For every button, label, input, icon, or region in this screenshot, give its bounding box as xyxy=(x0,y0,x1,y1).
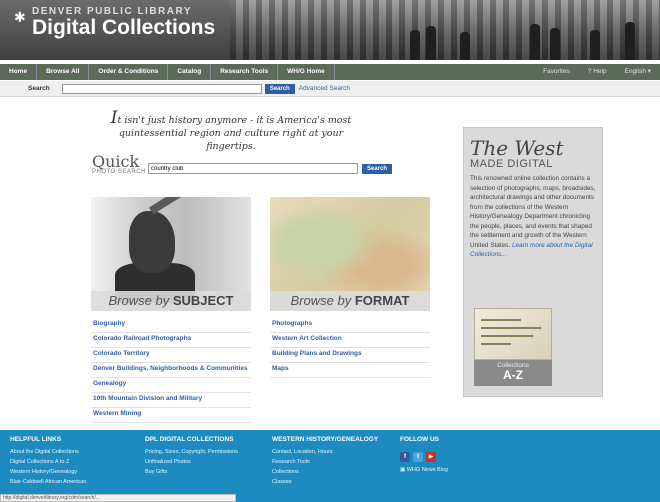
format-link[interactable]: Building Plans and Drawings xyxy=(270,348,430,363)
subject-link[interactable]: Colorado Territory xyxy=(91,348,251,363)
nav-catalog[interactable]: Catalog xyxy=(168,64,212,80)
footer-link[interactable]: About the Digital Collections xyxy=(10,447,130,457)
subject-link[interactable]: Colorado Railroad Photographs xyxy=(91,333,251,348)
format-link[interactable]: Western Art Collection xyxy=(270,333,430,348)
footer-western-history: WESTERN HISTORY/GENEALOGY Contact, Locat… xyxy=(272,436,392,487)
language-select[interactable]: English ▾ xyxy=(616,64,660,80)
tagline-lead: t isn't just history anymore - xyxy=(117,115,257,126)
footer-link[interactable]: Unfinalized Photos xyxy=(145,457,265,467)
subject-link[interactable]: Western Mining xyxy=(91,408,251,423)
footer-link[interactable]: Pricing, Sizes, Copyright, Permissions xyxy=(145,447,265,457)
nav-order-conditions[interactable]: Order & Conditions xyxy=(89,64,169,80)
footer-link[interactable]: Research Tools xyxy=(272,457,392,467)
quick-search-button[interactable]: Search xyxy=(362,164,393,174)
subject-link[interactable]: Biography xyxy=(91,318,251,333)
snowflake-icon: ✱ xyxy=(14,9,26,25)
footer-follow-us: FOLLOW US f t ▶ ▣ WHG News Blog xyxy=(400,436,520,473)
banner-photo xyxy=(230,0,660,60)
west-subtitle: MADE DIGITAL xyxy=(470,158,553,170)
tagline: It isn't just history anymore - it is Am… xyxy=(96,110,366,153)
subject-link[interactable]: Denver Buildings, Neighborhoods & Commun… xyxy=(91,363,251,378)
search-bar: Search Search Advanced Search xyxy=(0,81,660,97)
twitter-icon[interactable]: t xyxy=(413,452,423,462)
format-links: Photographs Western Art Collection Build… xyxy=(270,318,430,378)
footer-heading: WESTERN HISTORY/GENEALOGY xyxy=(272,436,379,443)
brand-title: Digital Collections xyxy=(32,16,216,39)
nav-help[interactable]: ? Help xyxy=(579,64,616,80)
footer-link[interactable]: Western History/Genealogy xyxy=(10,467,130,477)
advanced-search-link[interactable]: Advanced Search xyxy=(299,85,350,92)
nav-whg-home[interactable]: WH/G Home xyxy=(278,64,335,80)
footer-link[interactable]: Buy Gifts xyxy=(145,467,265,477)
az-big-label: A-Z xyxy=(503,368,523,382)
youtube-icon[interactable]: ▶ xyxy=(426,452,436,462)
subject-link[interactable]: 10th Mountain Division and Military xyxy=(91,393,251,408)
quick-search-input[interactable] xyxy=(148,163,358,174)
west-title: The West xyxy=(470,136,564,160)
nav-favorites[interactable]: Favorites xyxy=(534,64,579,80)
nav-browse-all[interactable]: Browse All xyxy=(37,64,90,80)
footer: HELPFUL LINKS About the Digital Collecti… xyxy=(0,430,660,502)
header-banner: ✱ DENVER PUBLIC LIBRARY Digital Collecti… xyxy=(0,0,660,60)
site-logo[interactable]: ✱ DENVER PUBLIC LIBRARY Digital Collecti… xyxy=(14,6,215,40)
search-label: Search xyxy=(28,85,50,92)
footer-heading: HELPFUL LINKS xyxy=(10,436,62,443)
west-sidebar: The West MADE DIGITAL This renowned onli… xyxy=(463,127,603,397)
footer-heading: DPL DIGITAL COLLECTIONS xyxy=(145,436,234,443)
quick-search: Quick PHOTO SEARCH xyxy=(92,152,146,175)
footer-link[interactable]: Blair-Caldwell African American xyxy=(10,477,130,487)
footer-link[interactable]: Classes xyxy=(272,477,392,487)
footer-link[interactable]: Digital Collections A to Z xyxy=(10,457,130,467)
west-description: This renowned online collection contains… xyxy=(470,175,596,258)
browse-subject-image[interactable]: Browse by SUBJECT xyxy=(91,197,251,311)
browse-format-caption: Browse by FORMAT xyxy=(270,291,430,311)
browser-status-bar: http://digital.denverlibrary.org/cdm/sea… xyxy=(0,494,236,502)
main-nav: Home Browse All Order & Conditions Catal… xyxy=(0,64,660,80)
footer-heading: FOLLOW US xyxy=(400,436,439,443)
subject-links: Biography Colorado Railroad Photographs … xyxy=(91,318,251,423)
footer-dpl-collections: DPL DIGITAL COLLECTIONS Pricing, Sizes, … xyxy=(145,436,265,477)
nav-research-tools[interactable]: Research Tools xyxy=(211,64,279,80)
footer-helpful-links: HELPFUL LINKS About the Digital Collecti… xyxy=(10,436,130,487)
format-link[interactable]: Photographs xyxy=(270,318,430,333)
facebook-icon[interactable]: f xyxy=(400,452,410,462)
format-link[interactable]: Maps xyxy=(270,363,430,378)
news-blog-link[interactable]: ▣ WHG News Blog xyxy=(400,467,520,473)
footer-link[interactable]: Contact, Location, Hours xyxy=(272,447,392,457)
search-input[interactable] xyxy=(61,83,262,94)
subject-link[interactable]: Genealogy xyxy=(91,378,251,393)
collections-az-button[interactable]: Collections A-Z xyxy=(474,360,552,386)
tagline-initial: I xyxy=(110,108,118,128)
browse-subject-caption: Browse by SUBJECT xyxy=(91,291,251,311)
collections-az-image[interactable] xyxy=(474,308,552,360)
footer-link[interactable]: Collections xyxy=(272,467,392,477)
search-button[interactable]: Search xyxy=(264,83,295,94)
nav-home[interactable]: Home xyxy=(0,64,38,80)
quick-subtitle: PHOTO SEARCH xyxy=(92,169,146,175)
browse-format-image[interactable]: Browse by FORMAT xyxy=(270,197,430,311)
